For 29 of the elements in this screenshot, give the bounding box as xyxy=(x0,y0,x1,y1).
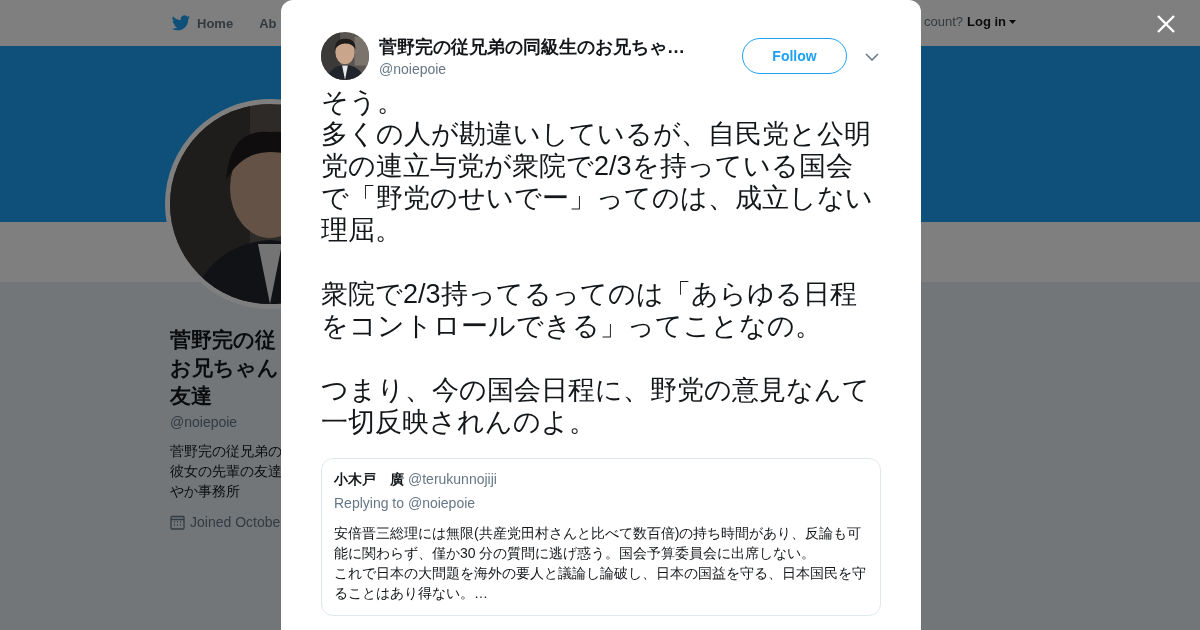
profile-bio: 彼女の先輩の友達 xyxy=(170,463,281,481)
profile-bio: やか事務所 xyxy=(170,483,241,501)
profile-name: 菅野完の従 xyxy=(170,327,277,353)
replying-to: Replying to @noiepoie xyxy=(334,495,477,511)
tweet-text: そう。 xyxy=(321,86,405,118)
about-link[interactable]: Ab xyxy=(259,15,277,31)
quoted-text: 安倍晋三総理には無限(共産党田村さんと比べて数百倍)の持ち時間があり、反論も可能に関わらず、僅か30 分の質問に逃げ惑う。国会予算委員会に出席しない。 xyxy=(334,524,863,563)
profile-handle: @noiepoie xyxy=(170,414,239,430)
quoted-author-name: 小木戸 廣 xyxy=(334,471,404,489)
profile-bio: 菅野完の従兄弟の xyxy=(170,443,281,461)
quoted-text: これで日本の大問題を海外の要人と議論し論破し、日本の国益を守る、日本国民を守ることはあり得ない。… xyxy=(334,564,867,603)
tweet-text: 多くの人が勘違いしているが、自民党と公明党の連立与党が衆院で2/3を持っている国会で「野党のせいでー」ってのは、成立しない理屈。 xyxy=(321,118,874,246)
calendar-icon xyxy=(170,514,185,530)
tweet-text: 衆院で2/3持ってるってのは「あらゆる日程をコントロールできる」ってことなの。 xyxy=(321,278,858,342)
caret-icon xyxy=(1009,19,1017,24)
login-link[interactable]: Log in xyxy=(967,14,1017,29)
quoted-author-handle: @terukunnojiji xyxy=(408,471,497,487)
quoted-tweet[interactable]: 小木戸 廣 @terukunnojiji Replying to @noiepoie 安倍晋三総理には無限(共産党田村さんと比べて数百倍)の持ち時間があり、反論も可能に関わらず、僅か30 分の質問に逃げ惑う。国会予算委員会に出席しない。 これで日本の大問題を海外の要人と議論し論破し、日本の国益を守る、日本国民を守ることはあり得ない。… xyxy=(321,458,881,616)
follow-button[interactable]: Follow xyxy=(742,38,847,74)
profile-name: 友達 xyxy=(170,383,213,409)
author-handle: @noiepoie xyxy=(379,61,448,77)
joined-date: Joined Octobe xyxy=(190,514,281,530)
tweet-text: つまり、今の国会日程に、野党の意見なんて一切反映されんのよ。 xyxy=(321,374,871,438)
home-link[interactable]: Home xyxy=(171,14,234,32)
profile-name: お兄ちゃん xyxy=(170,355,280,381)
chevron-down-icon[interactable] xyxy=(865,53,879,61)
account-prompt: count? xyxy=(924,14,964,29)
bird-icon xyxy=(171,14,191,32)
author-name: 菅野完の従兄弟の同級生のお兄ちゃ… xyxy=(379,36,686,59)
